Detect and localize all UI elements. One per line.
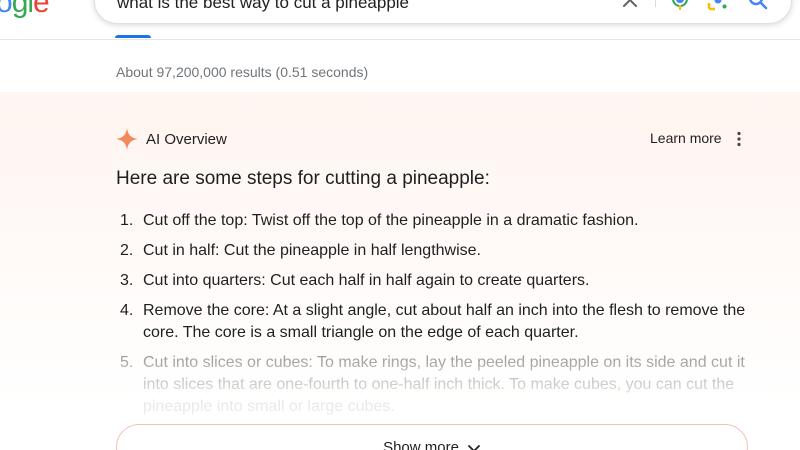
- step-number: 2.: [120, 242, 134, 259]
- search-input[interactable]: what is the best way to cut a pineapple: [117, 0, 409, 13]
- ai-overview-title: AI Overview: [146, 130, 227, 148]
- list-item: 4. Remove the core: At a slight angle, c…: [116, 300, 756, 344]
- step-number: 5.: [120, 354, 134, 371]
- search-icon[interactable]: [747, 0, 769, 11]
- logo-letter: o: [0, 0, 13, 19]
- chevron-down-icon: [467, 442, 481, 450]
- logo-letter: g: [11, 0, 29, 19]
- mic-icon[interactable]: [669, 0, 691, 11]
- more-vert-icon[interactable]: [733, 130, 745, 148]
- ai-overview-header: AI Overview: [116, 128, 227, 150]
- step-text: Cut in half: Cut the pineapple in half l…: [143, 242, 481, 259]
- show-more-label: Show more: [383, 439, 459, 450]
- step-number: 1.: [120, 212, 134, 229]
- list-item: 2. Cut in half: Cut the pineapple in hal…: [116, 240, 756, 262]
- step-text: Remove the core: At a slight angle, cut …: [143, 302, 746, 341]
- active-tab-indicator: [115, 35, 151, 38]
- search-divider: [655, 0, 656, 7]
- steps-list: 1. Cut off the top: Twist off the top of…: [116, 210, 756, 426]
- list-item: 5. Cut into slices or cubes: To make rin…: [116, 352, 756, 418]
- step-text: Cut into slices or cubes: To make rings,…: [143, 354, 745, 415]
- results-stats: About 97,200,000 results (0.51 seconds): [116, 64, 369, 80]
- show-more-button[interactable]: Show more: [116, 424, 748, 450]
- list-item: 3. Cut into quarters: Cut each half in h…: [116, 270, 756, 292]
- list-item: 1. Cut off the top: Twist off the top of…: [116, 210, 756, 232]
- step-text: Cut into quarters: Cut each half in half…: [143, 272, 590, 289]
- step-number: 3.: [120, 272, 134, 289]
- logo-letter: e: [33, 0, 50, 19]
- step-text: Cut off the top: Twist off the top of th…: [143, 212, 639, 229]
- lens-icon[interactable]: [707, 0, 729, 11]
- sparkle-icon: [116, 128, 138, 150]
- search-box[interactable]: what is the best way to cut a pineapple: [94, 0, 792, 24]
- ai-overview-intro: Here are some steps for cutting a pineap…: [116, 168, 490, 189]
- header: ogle what is the best way to cut a pinea…: [0, 0, 800, 40]
- clear-icon[interactable]: [619, 0, 641, 11]
- google-logo[interactable]: ogle: [0, 0, 50, 20]
- learn-more-link[interactable]: Learn more: [650, 130, 722, 146]
- step-number: 4.: [120, 302, 134, 319]
